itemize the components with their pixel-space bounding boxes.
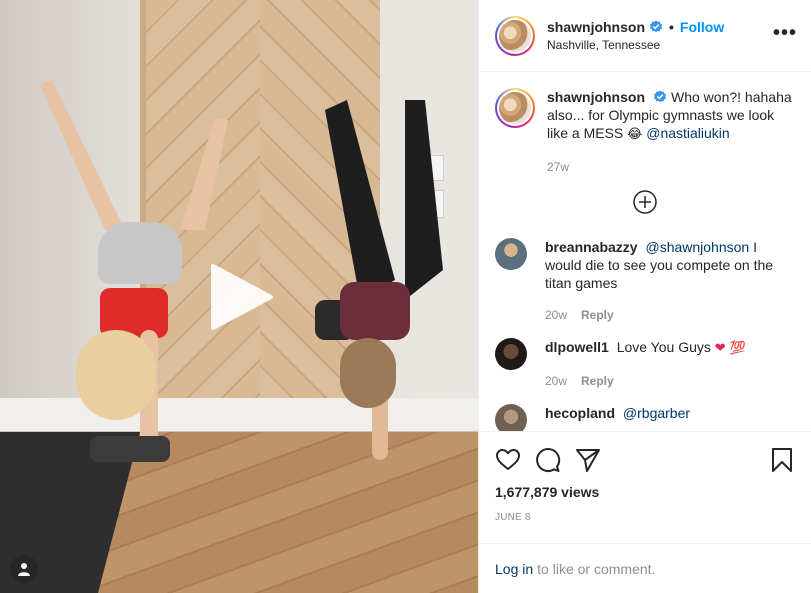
author-avatar[interactable] <box>495 15 535 56</box>
comment-text: Love You Guys <box>616 339 711 355</box>
commenter-avatar[interactable] <box>495 338 527 370</box>
follow-button[interactable]: Follow <box>680 19 724 35</box>
commenter-avatar[interactable] <box>495 238 527 270</box>
comment-username[interactable]: hecopland <box>545 405 615 421</box>
comment-age[interactable]: 20w <box>545 372 567 390</box>
post-header: shawnjohnson • Follow Nashville, Tenness… <box>479 0 811 72</box>
comment-item: breannabazzy @shawnjohnson I would die t… <box>495 238 795 324</box>
post-side-panel: shawnjohnson • Follow Nashville, Tenness… <box>478 0 811 593</box>
login-prompt-text: to like or comment. <box>537 560 656 577</box>
person-right-legs <box>325 100 443 300</box>
login-link[interactable]: Log in <box>495 561 533 577</box>
caption-mention[interactable]: @nastialiukin <box>646 125 729 141</box>
author-username[interactable]: shawnjohnson <box>547 19 645 35</box>
plus-circle-icon[interactable] <box>633 190 657 214</box>
caption-avatar[interactable] <box>495 88 535 128</box>
comment-username[interactable]: breannabazzy <box>545 239 638 255</box>
comment-item: dlpowell1 Love You Guys ❤ 💯 20w Reply <box>495 338 795 390</box>
person-left-legs <box>40 80 228 230</box>
comment-age[interactable]: 20w <box>545 306 567 324</box>
login-prompt: Log in to like or comment. <box>479 543 811 593</box>
post-location[interactable]: Nashville, Tennessee <box>547 38 724 52</box>
user-tag-icon[interactable] <box>10 555 38 583</box>
heart-icon[interactable] <box>495 447 521 473</box>
post-actions: 1,677,879 views JUNE 8 <box>479 431 811 543</box>
comment-username[interactable]: dlpowell1 <box>545 339 609 355</box>
play-icon[interactable] <box>205 262 275 332</box>
comments-section[interactable]: shawnjohnson Who won?! hahaha also... fo… <box>479 72 811 431</box>
post-caption: shawnjohnson Who won?! hahaha also... fo… <box>495 88 795 176</box>
laughing-emoji: 😂 <box>627 127 643 142</box>
reply-button[interactable]: Reply <box>581 372 614 390</box>
comment-mention[interactable]: @rbgarber <box>623 405 690 421</box>
instagram-post: shawnjohnson • Follow Nashville, Tenness… <box>0 0 811 593</box>
comment-icon[interactable] <box>535 447 561 473</box>
separator-dot: • <box>669 19 674 35</box>
view-count[interactable]: 1,677,879 views <box>495 484 795 500</box>
verified-badge-icon <box>649 20 663 34</box>
post-date[interactable]: JUNE 8 <box>495 512 795 523</box>
share-icon[interactable] <box>575 447 601 473</box>
comment-item: hecopland @rbgarber <box>495 404 795 431</box>
post-video[interactable] <box>0 0 478 593</box>
commenter-avatar[interactable] <box>495 404 527 431</box>
bookmark-icon[interactable] <box>769 447 795 473</box>
comment-mention[interactable]: @shawnjohnson <box>645 239 749 255</box>
reply-button[interactable]: Reply <box>581 306 614 324</box>
verified-badge-icon <box>653 90 667 104</box>
load-more-comments[interactable] <box>495 190 795 214</box>
heart-hundred-emoji: ❤ 💯 <box>714 341 746 356</box>
caption-age[interactable]: 27w <box>547 158 569 176</box>
caption-username[interactable]: shawnjohnson <box>547 89 645 105</box>
more-options-icon[interactable]: ••• <box>773 23 797 43</box>
